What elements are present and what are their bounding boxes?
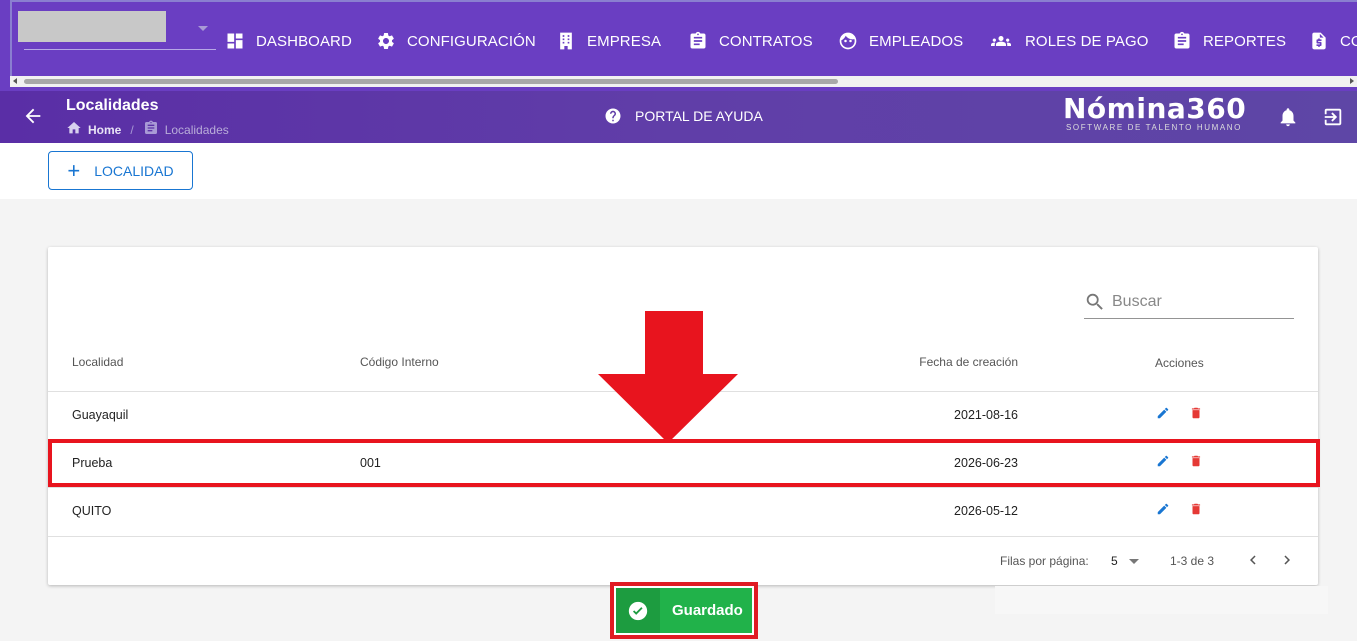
- top-nav-frame: [10, 0, 1357, 76]
- success-toast: Guardado: [610, 582, 758, 639]
- scroll-left-icon[interactable]: [13, 78, 17, 84]
- nav-item-reportes[interactable]: REPORTES: [1172, 30, 1286, 52]
- company-selector-underline: [24, 49, 216, 50]
- nav-item-roles-de-pago[interactable]: ROLES DE PAGO: [988, 30, 1149, 52]
- add-localidad-label: LOCALIDAD: [94, 162, 174, 179]
- company-selector[interactable]: [18, 11, 166, 42]
- nav-item-co[interactable]: CO: [1309, 30, 1357, 52]
- check-circle-icon: [616, 588, 660, 633]
- add-localidad-button[interactable]: + LOCALIDAD: [48, 151, 193, 190]
- nomina360-logo: Nómina360 SOFTWARE DE TALENTO HUMANO: [1063, 92, 1247, 133]
- cell-localidad: QUITO: [72, 504, 112, 518]
- clipboard-icon: [1172, 31, 1192, 51]
- search-icon: [1086, 293, 1103, 310]
- delete-icon[interactable]: [1189, 406, 1205, 422]
- column-header-acciones: Acciones: [1155, 356, 1204, 370]
- breadcrumb-separator: /: [130, 122, 134, 137]
- search-field[interactable]: [1084, 285, 1294, 319]
- horizontal-scrollbar[interactable]: [10, 76, 1357, 87]
- pagination-range: 1-3 de 3: [1170, 554, 1215, 568]
- group-icon: [988, 31, 1014, 51]
- cell-localidad: Guayaquil: [72, 408, 129, 422]
- nav-item-label: EMPLEADOS: [869, 32, 964, 50]
- plus-icon: +: [67, 157, 81, 183]
- gear-icon: [376, 31, 396, 51]
- page-title: Localidades: [66, 97, 159, 114]
- breadcrumb-current: Localidades: [164, 122, 229, 137]
- delete-icon[interactable]: [1189, 502, 1205, 518]
- column-header-codigo-interno[interactable]: Código Interno: [360, 355, 439, 369]
- chevron-right-icon[interactable]: [1278, 551, 1296, 569]
- help-portal-label: PORTAL DE AYUDA: [635, 108, 763, 124]
- nav-item-configuracion[interactable]: CONFIGURACIÓN: [376, 30, 536, 52]
- edit-icon[interactable]: [1156, 502, 1172, 518]
- breadcrumb-home[interactable]: Home: [88, 123, 121, 137]
- background-panel: [995, 586, 1328, 614]
- face-icon: [838, 31, 858, 51]
- rows-per-page-select[interactable]: 5: [1111, 554, 1118, 568]
- logout-icon[interactable]: [1322, 106, 1344, 128]
- cell-fecha: 2021-08-16: [954, 408, 1018, 422]
- home-icon: [66, 120, 82, 139]
- search-input[interactable]: [1112, 292, 1282, 311]
- chevron-left-icon[interactable]: [1244, 551, 1262, 569]
- table-pagination: Filas por página: 5 1-3 de 3: [48, 537, 1318, 585]
- nav-item-label: REPORTES: [1203, 32, 1287, 50]
- chevron-down-icon[interactable]: [198, 26, 208, 31]
- nav-item-label: CO: [1340, 32, 1357, 50]
- red-arrow-annotation: [598, 311, 738, 443]
- bell-icon[interactable]: [1277, 106, 1299, 128]
- nav-item-empleados[interactable]: EMPLEADOS: [838, 30, 963, 52]
- column-header-fecha-creacion[interactable]: Fecha de creación: [898, 355, 1018, 369]
- dollar-document-icon: [1309, 31, 1329, 51]
- help-icon: [605, 108, 621, 124]
- toast-message: Guardado: [672, 602, 743, 619]
- nav-item-dashboard[interactable]: DASHBOARD: [225, 30, 352, 52]
- page-header: Localidades Home / Localidades PORTAL DE…: [0, 91, 1357, 143]
- scrollbar-thumb[interactable]: [24, 79, 838, 84]
- cell-fecha: 2026-05-12: [954, 504, 1018, 518]
- top-nav: DASHBOARD CONFIGURACIÓN EMPRESA CONTRATO…: [0, 0, 1357, 91]
- action-toolbar: + LOCALIDAD: [0, 143, 1357, 199]
- building-icon: [556, 31, 576, 51]
- nav-item-label: ROLES DE PAGO: [1025, 32, 1149, 50]
- dashboard-icon: [225, 31, 245, 51]
- nav-item-label: EMPRESA: [587, 32, 662, 50]
- nav-item-label: CONFIGURACIÓN: [407, 32, 536, 50]
- clipboard-icon: [143, 120, 159, 139]
- logo-wordmark: Nómina360: [1063, 92, 1247, 125]
- rows-per-page-label: Filas por página:: [1000, 554, 1089, 568]
- nav-item-label: CONTRATOS: [719, 32, 813, 50]
- clipboard-icon: [688, 31, 708, 51]
- help-portal-link[interactable]: PORTAL DE AYUDA: [604, 107, 763, 125]
- breadcrumb: Home / Localidades: [66, 120, 229, 139]
- column-header-localidad[interactable]: Localidad: [72, 355, 123, 369]
- nav-item-empresa[interactable]: EMPRESA: [556, 30, 661, 52]
- edit-icon[interactable]: [1156, 406, 1172, 422]
- scroll-right-icon[interactable]: [1350, 78, 1354, 84]
- chevron-down-icon[interactable]: [1129, 559, 1139, 564]
- nav-item-label: DASHBOARD: [256, 32, 352, 50]
- table-row[interactable]: QUITO 2026-05-12: [48, 487, 1318, 535]
- highlight-box: [48, 439, 1320, 487]
- logo-tagline: SOFTWARE DE TALENTO HUMANO: [1066, 123, 1242, 132]
- nav-item-contratos[interactable]: CONTRATOS: [688, 30, 813, 52]
- toast-body: Guardado: [616, 588, 752, 633]
- back-arrow-icon[interactable]: [22, 105, 44, 127]
